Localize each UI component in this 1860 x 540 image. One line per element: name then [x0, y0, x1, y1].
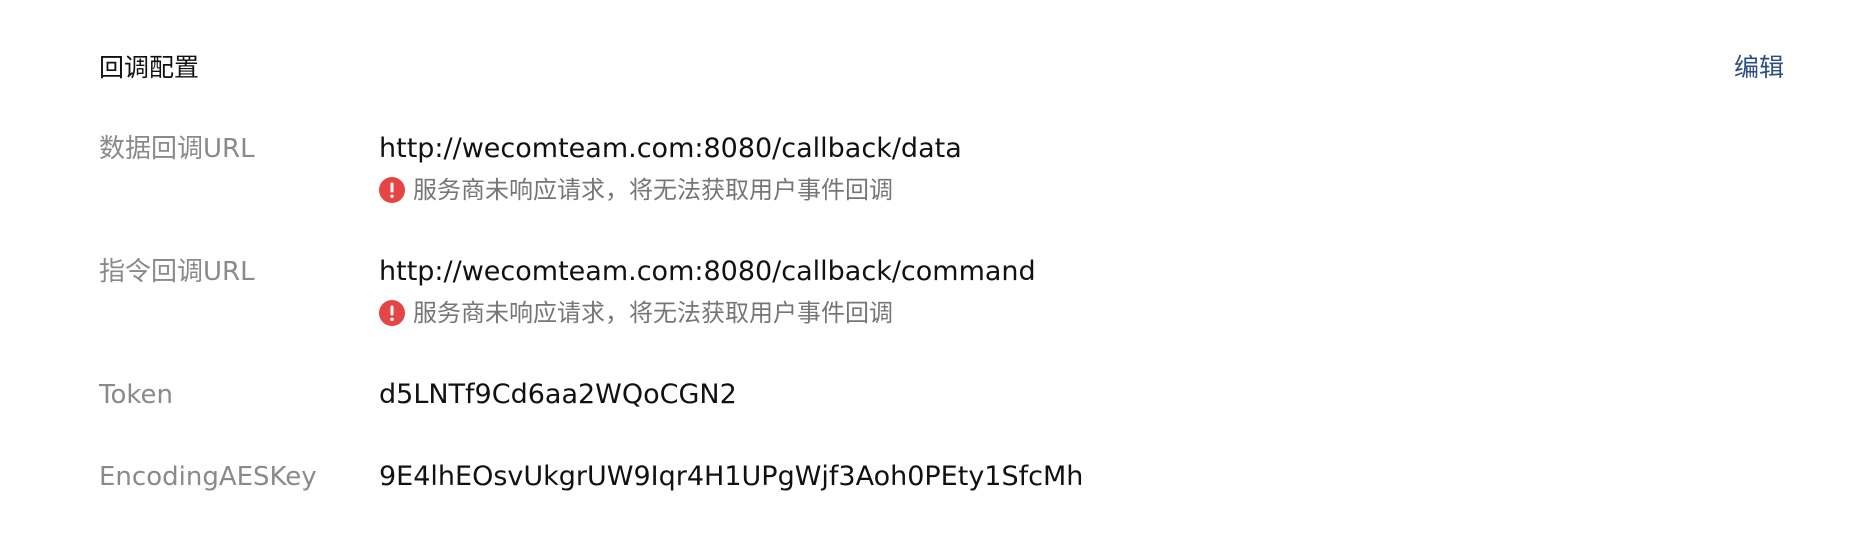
- command-callback-url-label: 指令回调URL: [99, 257, 255, 287]
- callback-config-panel: 回调配置 编辑 数据回调URL http://wecomteam.com:808…: [0, 0, 1860, 540]
- warning-text: 服务商未响应请求，将无法获取用户事件回调: [413, 176, 893, 204]
- token-label: Token: [99, 380, 173, 410]
- section-title: 回调配置: [99, 53, 200, 82]
- token-value: d5LNTf9Cd6aa2WQoCGN2: [379, 379, 737, 410]
- data-callback-url-value: http://wecomteam.com:8080/callback/data: [379, 133, 962, 164]
- data-callback-warning: 服务商未响应请求，将无法获取用户事件回调: [379, 173, 893, 207]
- command-callback-warning: 服务商未响应请求，将无法获取用户事件回调: [379, 296, 893, 330]
- data-callback-url-label: 数据回调URL: [99, 134, 255, 164]
- encoding-aes-key-value: 9E4lhEOsvUkgrUW9Iqr4H1UPgWjf3Aoh0PEty1Sf…: [379, 461, 1084, 492]
- exclamation-circle-icon: [379, 177, 405, 203]
- edit-button[interactable]: 编辑: [1734, 50, 1784, 86]
- exclamation-circle-icon: [379, 300, 405, 326]
- encoding-aes-key-label: EncodingAESKey: [99, 462, 317, 492]
- command-callback-url-value: http://wecomteam.com:8080/callback/comma…: [379, 256, 1036, 287]
- warning-text: 服务商未响应请求，将无法获取用户事件回调: [413, 299, 893, 327]
